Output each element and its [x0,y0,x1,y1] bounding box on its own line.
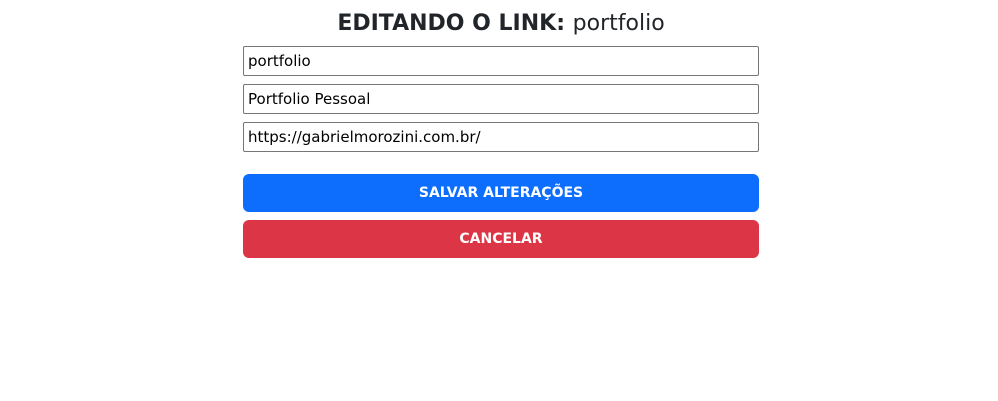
save-changes-button[interactable]: SALVAR ALTERAÇÕES [243,174,759,212]
link-url-input[interactable] [243,122,759,152]
page-title: EDITANDO O LINK: portfolio [243,0,759,46]
link-name-input[interactable] [243,46,759,76]
edit-link-form: EDITANDO O LINK: portfolio SALVAR ALTERA… [243,0,759,258]
link-title-input[interactable] [243,84,759,114]
cancel-button[interactable]: CANCELAR [243,220,759,258]
page-title-prefix: EDITANDO O LINK: [337,11,565,36]
page-title-link-name: portfolio [572,11,665,36]
